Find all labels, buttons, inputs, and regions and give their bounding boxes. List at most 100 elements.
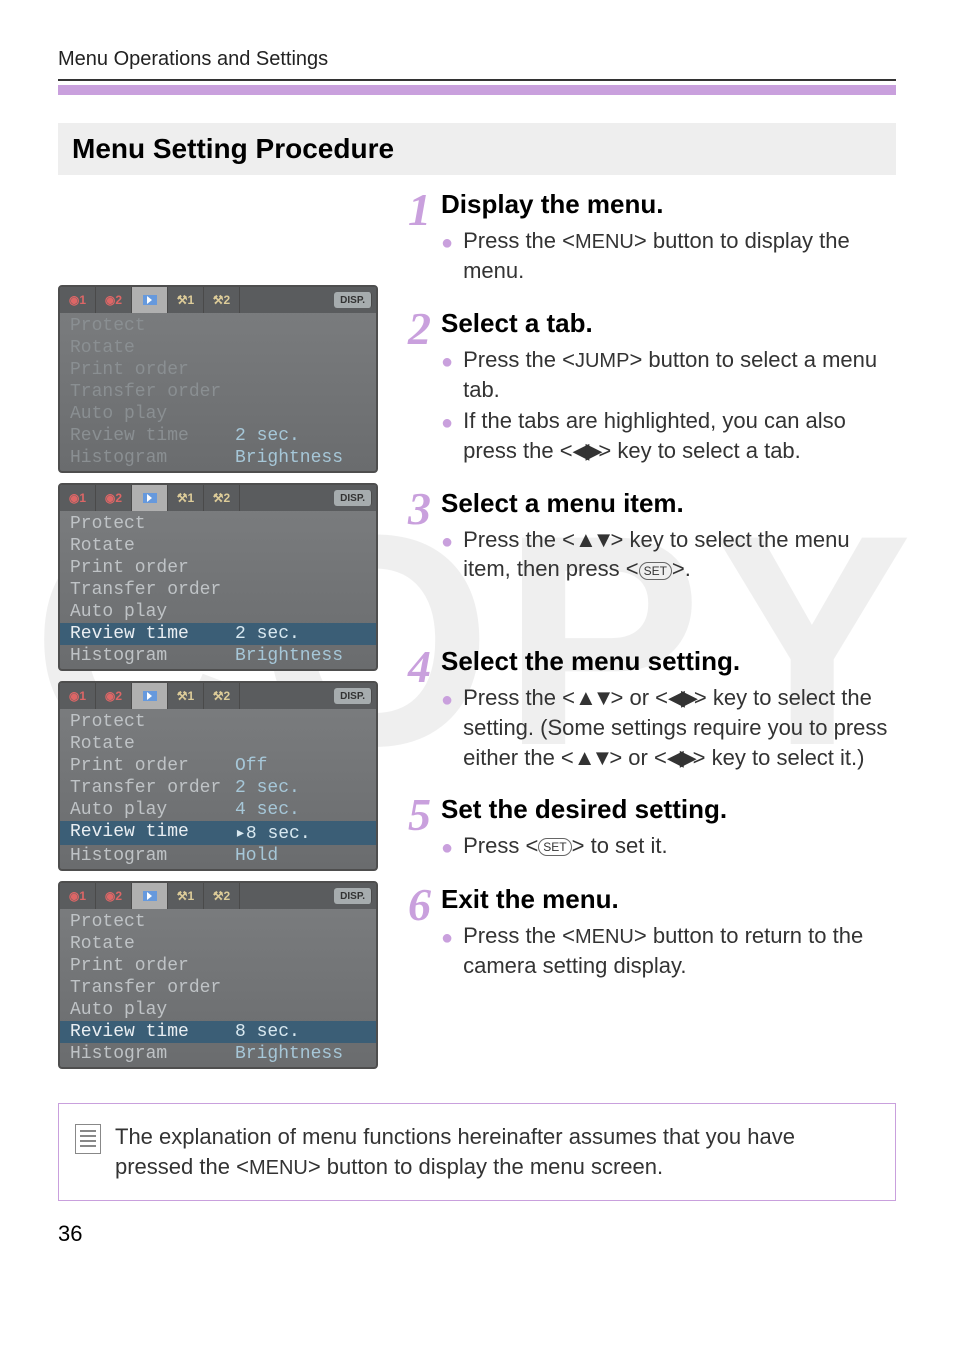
menu-screenshot-1: ◉1 ◉2 ⚒1 ⚒2 DISP. Protect Rotate Print o… <box>58 285 378 473</box>
breadcrumb: Menu Operations and Settings <box>58 48 328 71</box>
step-number: 2 <box>401 308 431 349</box>
menu-item-label: Transfer order <box>70 778 235 798</box>
menu-item-label: Print order <box>70 956 235 976</box>
step-bullet-text: Press the <JUMP> button to select a menu… <box>463 345 896 405</box>
step-number: 5 <box>401 794 431 835</box>
step-bullet-text: Press the <MENU> button to display the m… <box>463 226 896 286</box>
menu-item-value: 2 sec. <box>235 624 300 644</box>
step-bullet-text: Press the <▲▼> key to select the menu it… <box>463 525 896 584</box>
footer-note-text: The explanation of menu functions herein… <box>115 1122 879 1182</box>
menu-item-label: Rotate <box>70 734 235 754</box>
menu-item-label: Histogram <box>70 448 235 468</box>
menu-screenshot-3: ◉1 ◉2 ⚒1 ⚒2 DISP. Protect Rotate Print o… <box>58 681 378 871</box>
step-4: 4 Select the menu setting. ● Press the <… <box>401 646 896 774</box>
disp-badge: DISP. <box>334 292 372 308</box>
menu-item-label: Auto play <box>70 1000 235 1020</box>
step-title: Select the menu setting. <box>441 646 896 677</box>
step-title: Exit the menu. <box>441 884 896 915</box>
menu-item-value: Off <box>235 756 267 776</box>
tab-tools1: ⚒1 <box>168 287 204 313</box>
bullet-icon: ● <box>441 925 453 981</box>
tab-tools2: ⚒2 <box>204 883 240 909</box>
horizontal-rule <box>58 79 896 81</box>
bullet-icon: ● <box>441 230 453 286</box>
step-number: 4 <box>401 646 431 687</box>
step-6: 6 Exit the menu. ● Press the <MENU> butt… <box>401 884 896 983</box>
page-number: 36 <box>58 1221 896 1247</box>
tab-tools1: ⚒1 <box>168 883 204 909</box>
tab-playback <box>132 683 168 709</box>
menu-item-label: Review time <box>70 1022 235 1042</box>
menu-item-label: Review time <box>70 624 235 644</box>
menu-item-label: Protect <box>70 712 235 732</box>
menu-item-label: Protect <box>70 912 235 932</box>
menu-item-label: Review time <box>70 426 235 446</box>
menu-item-label: Rotate <box>70 338 235 358</box>
tab-camera1: ◉1 <box>60 287 96 313</box>
tab-camera2: ◉2 <box>96 287 132 313</box>
menu-item-label: Rotate <box>70 536 235 556</box>
note-icon <box>75 1124 101 1154</box>
tab-tools2: ⚒2 <box>204 485 240 511</box>
bullet-icon: ● <box>441 529 453 584</box>
bullet-icon: ● <box>441 687 453 772</box>
menu-item-value: Hold <box>235 846 278 866</box>
tab-camera1: ◉1 <box>60 683 96 709</box>
disp-badge: DISP. <box>334 888 372 904</box>
menu-item-value: ▸8 sec. <box>235 822 311 844</box>
menu-item-label: Transfer order <box>70 580 235 600</box>
menu-screenshot-2: ◉1 ◉2 ⚒1 ⚒2 DISP. Protect Rotate Print o… <box>58 483 378 671</box>
step-title: Set the desired setting. <box>441 794 896 825</box>
menu-item-label: Histogram <box>70 646 235 666</box>
tab-camera2: ◉2 <box>96 683 132 709</box>
tab-camera1: ◉1 <box>60 485 96 511</box>
tab-camera1: ◉1 <box>60 883 96 909</box>
menu-item-value: Brightness <box>235 448 343 468</box>
step-bullet-text: Press <SET> to set it. <box>463 831 668 862</box>
tab-playback <box>132 287 168 313</box>
menu-item-value: Brightness <box>235 646 343 666</box>
menu-item-label: Histogram <box>70 846 235 866</box>
menu-item-label: Auto play <box>70 602 235 622</box>
tab-tools1: ⚒1 <box>168 683 204 709</box>
tab-tools2: ⚒2 <box>204 287 240 313</box>
menu-item-label: Histogram <box>70 1044 235 1064</box>
step-bullet-text: If the tabs are highlighted, you can als… <box>463 406 896 465</box>
menu-item-label: Print order <box>70 558 235 578</box>
bullet-icon: ● <box>441 410 453 465</box>
menu-item-label: Auto play <box>70 800 235 820</box>
menu-item-label: Auto play <box>70 404 235 424</box>
tab-playback <box>132 485 168 511</box>
step-2: 2 Select a tab. ● Press the <JUMP> butto… <box>401 308 896 468</box>
menu-item-value: 2 sec. <box>235 778 300 798</box>
bullet-icon: ● <box>441 835 453 862</box>
menu-item-label: Transfer order <box>70 978 235 998</box>
step-bullet-text: Press the <MENU> button to return to the… <box>463 921 896 981</box>
step-title: Display the menu. <box>441 189 896 220</box>
bullet-icon: ● <box>441 349 453 405</box>
menu-item-label: Print order <box>70 756 235 776</box>
step-number: 3 <box>401 488 431 529</box>
menu-item-label: Transfer order <box>70 382 235 402</box>
tab-tools2: ⚒2 <box>204 683 240 709</box>
menu-item-value: Brightness <box>235 1044 343 1064</box>
menu-item-label: Review time <box>70 822 235 844</box>
tab-playback <box>132 883 168 909</box>
menu-item-value: 2 sec. <box>235 426 300 446</box>
step-3: 3 Select a menu item. ● Press the <▲▼> k… <box>401 488 896 586</box>
step-title: Select a menu item. <box>441 488 896 519</box>
menu-item-value: 4 sec. <box>235 800 300 820</box>
section-title: Menu Setting Procedure <box>58 123 896 175</box>
menu-item-label: Protect <box>70 514 235 534</box>
accent-rule <box>58 85 896 95</box>
step-1: 1 Display the menu. ● Press the <MENU> b… <box>401 189 896 288</box>
step-number: 6 <box>401 884 431 925</box>
step-title: Select a tab. <box>441 308 896 339</box>
tab-tools1: ⚒1 <box>168 485 204 511</box>
disp-badge: DISP. <box>334 490 372 506</box>
step-number: 1 <box>401 189 431 230</box>
footer-note-box: The explanation of menu functions herein… <box>58 1103 896 1201</box>
menu-item-label: Print order <box>70 360 235 380</box>
tab-camera2: ◉2 <box>96 485 132 511</box>
step-bullet-text: Press the <▲▼> or <◀▶> key to select the… <box>463 683 896 772</box>
